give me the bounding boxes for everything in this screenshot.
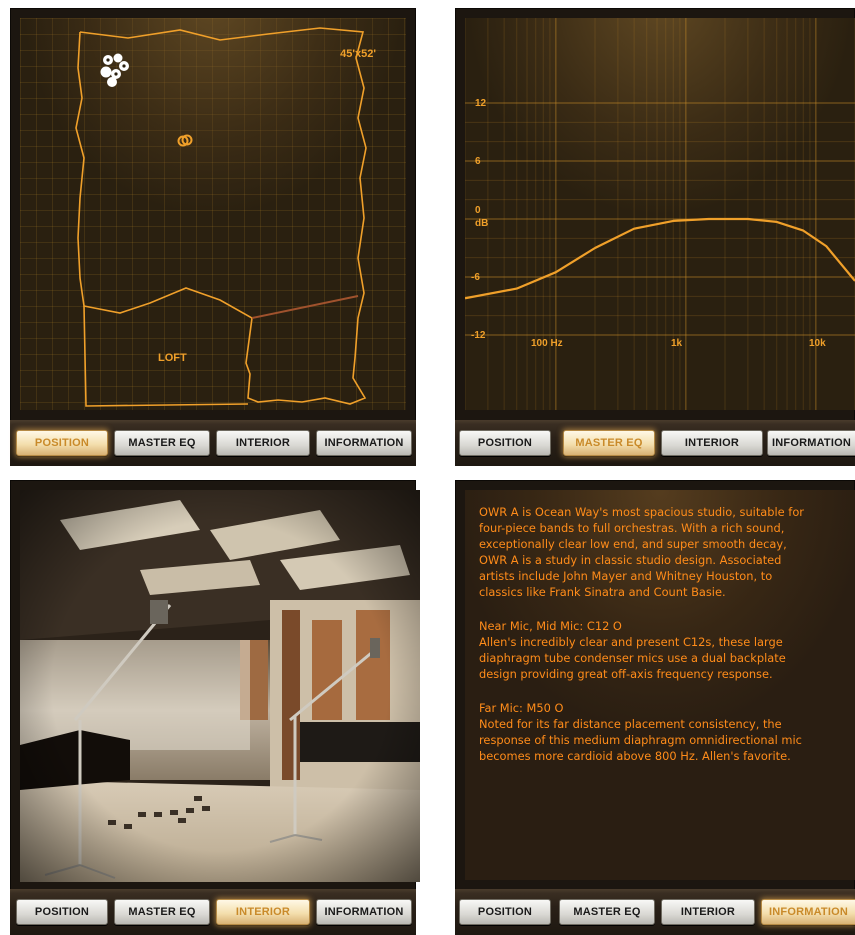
tab-master-eq[interactable]: MASTER EQ [559, 899, 655, 925]
y-tick-12: 12 [475, 98, 487, 109]
info-line: four-piece bands to full orchestras. Wit… [479, 521, 785, 535]
info-line: artists include John Mayer and Whitney H… [479, 569, 773, 583]
tab-information[interactable]: INFORMATION [761, 899, 855, 925]
tab-master-eq[interactable]: MASTER EQ [114, 899, 210, 925]
tab-position[interactable]: POSITION [16, 899, 108, 925]
information-panel: OWR A is Ocean Way's most spacious studi… [455, 480, 855, 935]
position-panel: 45'x52' LOFT POSITION MASTER EQ INTERIOR… [10, 8, 416, 466]
tab-information[interactable]: INFORMATION [767, 430, 855, 456]
tab-position[interactable]: POSITION [459, 899, 551, 925]
tab-interior[interactable]: INTERIOR [661, 430, 763, 456]
tab-bar: POSITION MASTER EQ INTERIOR INFORMATION [10, 420, 416, 466]
tab-interior[interactable]: INTERIOR [216, 430, 310, 456]
info-paragraph: Near Mic, Mid Mic: C12 O Allen's incredib… [479, 618, 855, 682]
y-tick-minus12: -12 [471, 330, 486, 341]
info-screen: OWR A is Ocean Way's most spacious studi… [465, 490, 855, 880]
info-line: Far Mic: M50 O [479, 701, 564, 715]
info-line: Noted for its far distance placement con… [479, 717, 782, 731]
tab-interior[interactable]: INTERIOR [216, 899, 310, 925]
x-tick-10k: 10k [809, 338, 826, 349]
tab-position[interactable]: POSITION [459, 430, 551, 456]
info-line: becomes more cardioid above 800 Hz. Alle… [479, 749, 791, 763]
mic-cluster-icon[interactable] [98, 52, 132, 90]
source-marker-icon[interactable] [176, 132, 194, 150]
info-line: Near Mic, Mid Mic: C12 O [479, 619, 622, 633]
tab-master-eq[interactable]: MASTER EQ [114, 430, 210, 456]
y-unit-label: dB [475, 218, 489, 229]
tab-position[interactable]: POSITION [16, 430, 108, 456]
room-map[interactable]: 45'x52' LOFT [20, 18, 406, 410]
info-line: Allen's incredibly clear and present C12… [479, 635, 783, 649]
loft-label: LOFT [158, 352, 187, 364]
info-line: classics like Frank Sinatra and Count Ba… [479, 585, 726, 599]
info-paragraph: OWR A is Ocean Way's most spacious studi… [479, 504, 855, 600]
eq-curve [465, 217, 855, 300]
info-text: OWR A is Ocean Way's most spacious studi… [479, 504, 855, 782]
info-line: exceptionally clear low end, and super s… [479, 537, 787, 551]
y-tick-minus6: -6 [471, 272, 480, 283]
interior-panel: POSITION MASTER EQ INTERIOR INFORMATION [10, 480, 420, 935]
eq-screen: 12 6 0 dB -6 -12 100 Hz 1k 10k [465, 18, 855, 410]
info-line: response of this medium diaphragm omnidi… [479, 733, 802, 747]
x-tick-1k: 1k [671, 338, 683, 349]
info-line: OWR A is Ocean Way's most spacious studi… [479, 505, 804, 519]
tab-bar: POSITION MASTER EQ INTERIOR INFORMATION [10, 889, 416, 935]
info-line: OWR A is a study in classic studio desig… [479, 553, 782, 567]
room-size-label: 45'x52' [340, 48, 376, 60]
tab-bar: POSITION MASTER EQ INTERIOR INFORMATION [455, 420, 855, 466]
room-outline [75, 27, 367, 407]
tab-information[interactable]: INFORMATION [316, 430, 412, 456]
studio-photo [20, 490, 420, 882]
tab-bar: POSITION MASTER EQ INTERIOR INFORMATION [455, 889, 855, 935]
x-tick-100hz: 100 Hz [531, 338, 563, 349]
tab-interior[interactable]: INTERIOR [661, 899, 755, 925]
eq-chart[interactable] [465, 18, 855, 410]
info-paragraph: Far Mic: M50 O Noted for its far distance… [479, 700, 855, 764]
master-eq-panel: 12 6 0 dB -6 -12 100 Hz 1k 10k POSITION … [455, 8, 855, 466]
info-line: design providing great off-axis frequenc… [479, 667, 773, 681]
tab-information[interactable]: INFORMATION [316, 899, 412, 925]
y-tick-0: 0 [475, 205, 481, 216]
info-line: diaphragm tube condenser mics use a dual… [479, 651, 786, 665]
y-tick-6: 6 [475, 156, 481, 167]
tab-master-eq[interactable]: MASTER EQ [563, 430, 655, 456]
